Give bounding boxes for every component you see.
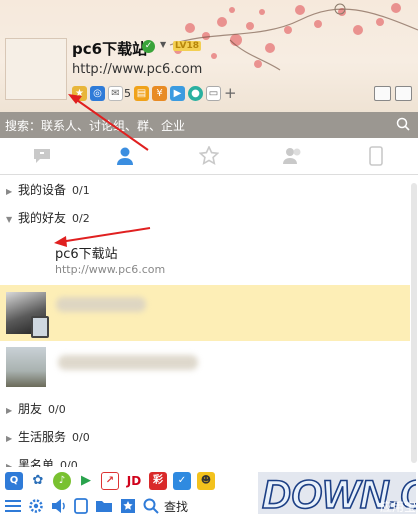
tab-contacts[interactable] xyxy=(84,138,168,174)
nickname[interactable]: pc6下载站 xyxy=(72,38,147,59)
app-center-button[interactable]: 应用宝 xyxy=(380,498,416,515)
favorites-box-icon[interactable] xyxy=(120,498,136,514)
level-badge[interactable]: LV18 xyxy=(173,41,201,51)
status-dropdown-icon[interactable]: ▼ xyxy=(160,40,166,49)
mail-box-icon[interactable] xyxy=(395,86,412,101)
volume-icon[interactable] xyxy=(51,498,67,514)
blurred-contact-name xyxy=(56,297,146,312)
qzone-icon[interactable]: ◎ xyxy=(90,85,105,101)
mail-icon[interactable]: ✉ xyxy=(108,85,123,101)
collapsed-arrow-icon: ▶ xyxy=(6,434,13,443)
contacts-icon xyxy=(117,147,134,165)
group-count: 0/0 xyxy=(60,459,78,467)
security-shield-icon[interactable]: ✓ xyxy=(173,472,191,490)
lottery-icon[interactable]: 彩 xyxy=(149,472,167,490)
search-input[interactable] xyxy=(3,115,397,137)
search-icon[interactable] xyxy=(396,117,410,131)
signature[interactable]: http://www.pc6.com xyxy=(72,62,202,77)
weiyun-icon[interactable]: ● xyxy=(188,85,203,101)
list-item[interactable] xyxy=(0,345,410,389)
collapsed-arrow-icon: ▶ xyxy=(6,187,13,196)
pet-icon[interactable]: ☻ xyxy=(197,472,215,490)
folder-icon[interactable] xyxy=(95,499,113,513)
group-count: 0/0 xyxy=(48,403,66,416)
gear-app-icon[interactable]: ✿ xyxy=(29,472,47,490)
phone-icon xyxy=(369,146,383,166)
home-icon[interactable] xyxy=(374,86,391,101)
group-life-services[interactable]: ▶ 生活服务 0/0 xyxy=(0,424,405,450)
message-icon xyxy=(33,149,50,163)
contact-name: pc6下载站 xyxy=(55,247,118,262)
group-count: 0/2 xyxy=(72,212,90,225)
group-name: 朋友 xyxy=(18,402,43,416)
group-name: 我的好友 xyxy=(18,211,67,225)
scrollbar[interactable] xyxy=(410,175,418,467)
collapsed-arrow-icon: ▶ xyxy=(6,406,13,415)
tab-groups[interactable] xyxy=(251,138,335,174)
main-tabs xyxy=(0,138,418,175)
blurred-contact-name xyxy=(58,355,198,370)
header-right-icons xyxy=(374,86,412,101)
group-my-friends[interactable]: ▼ 我的好友 0/2 xyxy=(0,205,405,231)
scrollbar-thumb[interactable] xyxy=(411,183,417,463)
group-blacklist[interactable]: ▶ 黑名单 0/0 xyxy=(0,452,405,467)
wallet-icon[interactable]: ¥ xyxy=(152,85,167,101)
music-icon[interactable]: ♪ xyxy=(53,472,71,490)
mobile-online-icon xyxy=(31,316,49,338)
vip-icon[interactable]: ★ xyxy=(72,85,87,101)
contact-signature: http://www.pc6.com xyxy=(55,263,166,276)
qq-logo-icon xyxy=(334,3,346,15)
message-box-icon[interactable]: ▭ xyxy=(206,85,221,101)
list-item[interactable]: pc6下载站 http://www.pc6.com xyxy=(0,233,410,279)
tencent-video-icon[interactable]: ▶ xyxy=(170,85,185,101)
play-store-icon[interactable]: ▶ xyxy=(77,472,95,490)
jd-icon[interactable]: JD xyxy=(125,472,143,490)
avatar[interactable] xyxy=(5,38,67,100)
mail-count: 5 xyxy=(124,86,131,100)
stock-chart-icon[interactable]: ↗ xyxy=(101,472,119,490)
tab-messages[interactable] xyxy=(0,138,84,174)
contact-list: ▶ 我的设备 0/1 ▼ 我的好友 0/2 pc6下载站 http://www.pc6.… xyxy=(0,175,418,467)
phone-manager-icon[interactable] xyxy=(74,498,88,514)
service-icons-row: ★ ◎ ✉ 5 ▤ ¥ ▶ ● ▭ + xyxy=(72,84,237,102)
add-app-icon[interactable]: + xyxy=(224,85,237,101)
profile-header: pc6下载站 ✓ ▼ LV18 http://www.pc6.com ★ ◎ ✉… xyxy=(0,0,418,112)
group-my-devices[interactable]: ▶ 我的设备 0/1 xyxy=(0,177,405,203)
window-controls xyxy=(332,2,412,19)
group-count: 0/0 xyxy=(72,431,90,444)
list-item[interactable] xyxy=(0,285,410,341)
group-name: 黑名单 xyxy=(18,458,55,467)
group-count: 0/1 xyxy=(72,184,90,197)
shopping-icon[interactable]: ▤ xyxy=(134,85,149,101)
avatar xyxy=(6,347,46,387)
settings-gear-icon[interactable] xyxy=(28,498,44,514)
tab-devices[interactable] xyxy=(334,138,418,174)
main-menu-icon[interactable] xyxy=(5,499,21,513)
search-bar xyxy=(0,112,418,138)
star-icon xyxy=(198,146,219,165)
qq-game-icon[interactable]: Q xyxy=(5,472,23,490)
online-status-icon[interactable]: ✓ xyxy=(142,40,155,53)
expanded-arrow-icon: ▼ xyxy=(6,215,13,224)
group-name: 我的设备 xyxy=(18,183,67,197)
tab-favorites[interactable] xyxy=(167,138,251,174)
group-name: 生活服务 xyxy=(18,430,67,444)
group-friends[interactable]: ▶ 朋友 0/0 xyxy=(0,396,405,422)
collapsed-arrow-icon: ▶ xyxy=(6,462,13,467)
find-button[interactable]: 查找 xyxy=(164,498,188,515)
find-icon[interactable] xyxy=(143,498,159,514)
group-icon xyxy=(282,148,301,164)
